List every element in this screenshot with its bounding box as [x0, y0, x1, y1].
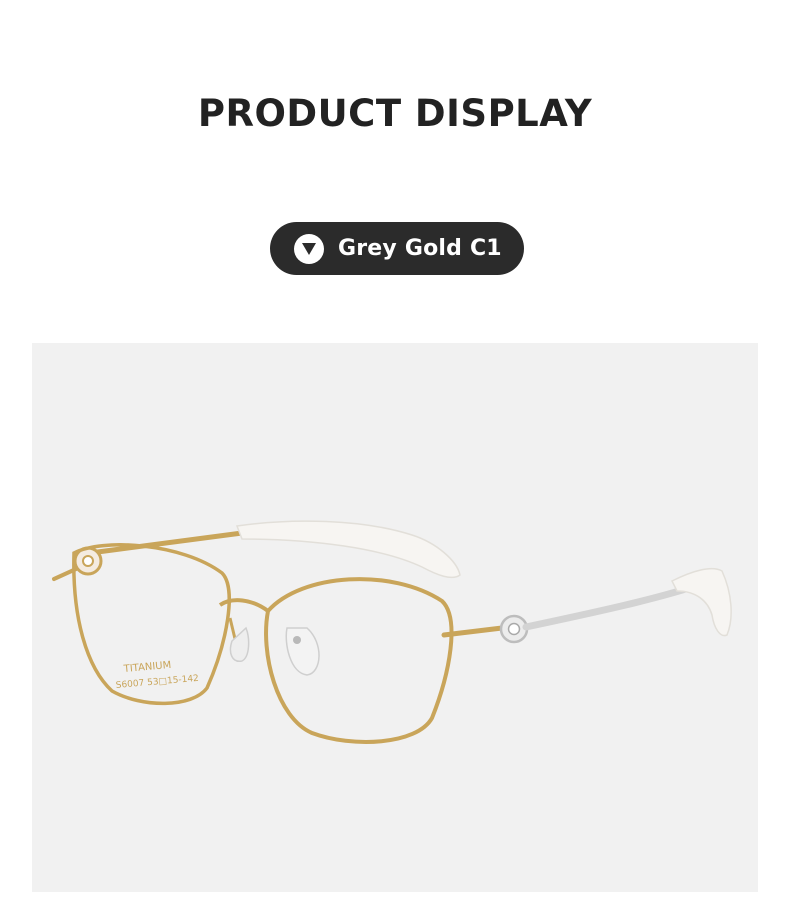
product-photo: TITANIUM S6007 53□15-142: [32, 343, 758, 892]
color-option-badge[interactable]: Grey Gold C1: [270, 222, 524, 275]
color-option-label: Grey Gold C1: [338, 236, 502, 261]
temple-print-line2: S6007 53□15-142: [115, 674, 199, 691]
eyeglasses-illustration: TITANIUM S6007 53□15-142: [52, 520, 732, 744]
page-title: PRODUCT DISPLAY: [197, 92, 593, 135]
triangle-down-icon: [294, 233, 324, 264]
temple-print-line1: TITANIUM: [122, 660, 171, 675]
